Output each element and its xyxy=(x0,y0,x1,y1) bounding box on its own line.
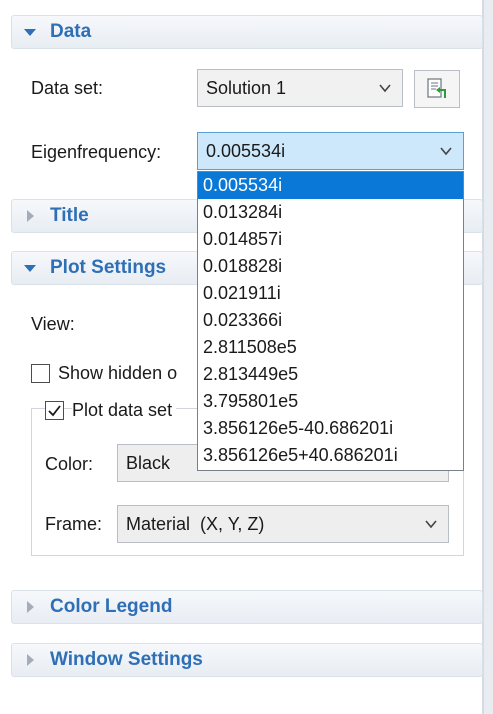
section-title-plot-settings: Plot Settings xyxy=(50,257,167,278)
eigenfrequency-label: Eigenfrequency: xyxy=(31,142,162,162)
plot-dataset-label: Plot data set xyxy=(72,400,177,421)
section-header-color-legend[interactable]: Color Legend xyxy=(11,590,483,624)
eigenfrequency-dropdown-list: 0.005534i 0.013284i 0.014857i 0.018828i … xyxy=(197,171,464,471)
dropdown-option[interactable]: 3.856126e5+40.686201i xyxy=(198,442,463,469)
eigenfrequency-value: 0.005534i xyxy=(206,140,286,161)
frame-value: Material (X, Y, Z) xyxy=(126,513,265,534)
dropdown-option[interactable]: 0.023366i xyxy=(198,307,463,334)
frame-label: Frame: xyxy=(45,514,103,534)
chevron-down-icon xyxy=(379,84,391,93)
settings-panel: Data Data set: Solution 1 Eigenfrequency… xyxy=(0,0,484,714)
panel-scroll-edge xyxy=(484,0,493,714)
section-header-window-settings[interactable]: Window Settings xyxy=(11,643,483,677)
plot-dataset-checkbox[interactable] xyxy=(45,401,64,420)
view-label: View: xyxy=(31,314,75,334)
dataset-combo[interactable]: Solution 1 xyxy=(197,69,403,107)
update-dataset-icon xyxy=(427,78,446,98)
dropdown-option[interactable]: 2.811508e5 xyxy=(198,334,463,361)
dropdown-option[interactable]: 2.813449e5 xyxy=(198,361,463,388)
dataset-value: Solution 1 xyxy=(206,77,287,98)
dropdown-option[interactable]: 0.018828i xyxy=(198,253,463,280)
section-title-window-settings: Window Settings xyxy=(50,649,203,670)
dropdown-option[interactable]: 0.005534i xyxy=(198,172,463,199)
color-value: Black xyxy=(126,452,171,473)
triangle-down-icon xyxy=(22,260,38,276)
chevron-down-icon xyxy=(425,520,437,529)
dataset-label: Data set: xyxy=(31,78,104,98)
triangle-down-icon xyxy=(22,24,38,40)
triangle-right-icon xyxy=(22,208,38,224)
dropdown-option[interactable]: 3.856126e5-40.686201i xyxy=(198,415,463,442)
frame-combo[interactable]: Material (X, Y, Z) xyxy=(117,505,449,543)
eigenfrequency-combo[interactable]: 0.005534i xyxy=(197,132,464,170)
section-title-color-legend: Color Legend xyxy=(50,596,173,617)
checkmark-icon xyxy=(48,405,61,417)
dropdown-option[interactable]: 0.013284i xyxy=(198,199,463,226)
show-hidden-checkbox[interactable] xyxy=(31,364,50,383)
triangle-right-icon xyxy=(22,599,38,615)
section-title-title: Title xyxy=(50,205,89,226)
color-label: Color: xyxy=(45,454,94,474)
dropdown-option[interactable]: 0.021911i xyxy=(198,280,463,307)
dropdown-option[interactable]: 0.014857i xyxy=(198,226,463,253)
section-header-data[interactable]: Data xyxy=(11,15,483,49)
update-dataset-button[interactable] xyxy=(414,70,460,108)
triangle-right-icon xyxy=(22,652,38,668)
show-hidden-label: Show hidden o xyxy=(58,363,178,383)
chevron-down-icon xyxy=(440,147,452,156)
section-title-data: Data xyxy=(50,21,92,42)
dropdown-option[interactable]: 3.795801e5 xyxy=(198,388,463,415)
